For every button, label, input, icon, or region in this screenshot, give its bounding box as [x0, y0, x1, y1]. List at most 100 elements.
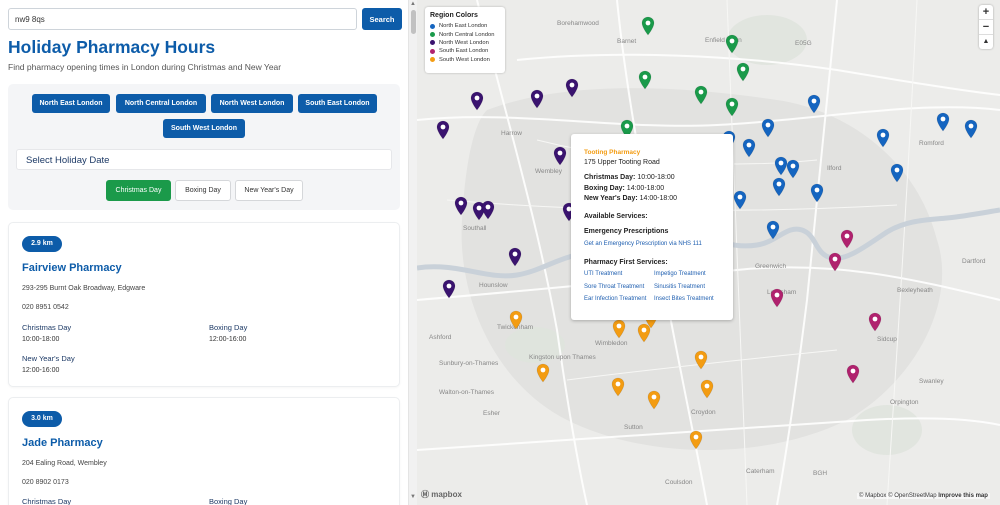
popup-hours-label: Boxing Day: — [584, 185, 625, 192]
pharmacy-marker-icon[interactable] — [828, 252, 842, 272]
date-button-boxing-day[interactable]: Boxing Day — [175, 180, 231, 201]
pharmacy-marker-icon[interactable] — [611, 377, 625, 397]
map-place-label: BGH — [813, 470, 828, 477]
map-place-label: Harrow — [501, 130, 522, 137]
pharmacy-marker-icon[interactable] — [694, 350, 708, 370]
compass-button[interactable]: ▲ — [979, 34, 993, 48]
pharmacy-marker-icon[interactable] — [641, 16, 655, 36]
service-link[interactable]: Impetigo Treatment — [654, 271, 706, 277]
pharmacy-marker-icon[interactable] — [700, 379, 714, 399]
pharmacy-marker-icon[interactable] — [647, 390, 661, 410]
legend-dot — [430, 32, 435, 38]
zoom-out-button[interactable]: − — [979, 19, 993, 33]
pharmacy-marker-icon[interactable] — [638, 70, 652, 90]
pharmacy-marker-icon[interactable] — [725, 34, 739, 54]
map-place-label: Romford — [919, 140, 944, 147]
pharmacy-marker-icon[interactable] — [565, 78, 579, 98]
legend-item: North West London — [430, 39, 500, 47]
scroll-up-icon[interactable]: ▲ — [410, 1, 416, 7]
legend-label: South West London — [439, 56, 490, 63]
pharmacy-marker-icon[interactable] — [553, 146, 567, 166]
pharmacy-marker-icon[interactable] — [470, 91, 484, 111]
popup-pharmacy-first-heading: Pharmacy First Services: — [584, 259, 668, 266]
map-place-label: Walton-on-Thames — [439, 389, 495, 396]
pharmacy-card[interactable]: 2.9 km Fairview Pharmacy 293-295 Burnt O… — [8, 222, 400, 387]
app-root: Search Holiday Pharmacy Hours Find pharm… — [0, 0, 1000, 505]
pharmacy-marker-icon[interactable] — [786, 159, 800, 179]
pharmacy-marker-icon[interactable] — [436, 120, 450, 140]
pharmacy-marker-icon[interactable] — [890, 163, 904, 183]
legend-title: Region Colors — [430, 12, 478, 19]
map-place-label: Greenwich — [755, 263, 787, 270]
map-place-label: Barnet — [617, 38, 637, 45]
service-link[interactable]: UTI Treatment — [584, 271, 622, 277]
popup-hours-value: 10:00-18:00 — [637, 174, 675, 181]
region-button-south-east[interactable]: South East London — [298, 94, 377, 113]
region-button-south-west[interactable]: South West London — [163, 119, 245, 138]
mapbox-attribution[interactable]: © Mapbox — [859, 493, 886, 499]
pharmacy-marker-icon[interactable] — [846, 364, 860, 384]
pharmacy-marker-icon[interactable] — [454, 196, 468, 216]
region-button-north-east[interactable]: North East London — [32, 94, 110, 113]
popup-address: 175 Upper Tooting Road — [584, 159, 660, 166]
pharmacy-marker-icon[interactable] — [530, 89, 544, 109]
map-canvas[interactable]: Borehamwood Barnet Enfield Town E05G Har… — [417, 0, 1000, 505]
map-place-label: Bexleyheath — [897, 287, 933, 294]
service-link[interactable]: Ear Infection Treatment — [584, 296, 646, 302]
pharmacy-marker-icon[interactable] — [766, 220, 780, 240]
postcode-search-input[interactable] — [8, 8, 357, 30]
pharmacy-marker-icon[interactable] — [508, 247, 522, 267]
region-button-north-west[interactable]: North West London — [211, 94, 293, 113]
pharmacy-marker-icon[interactable] — [481, 200, 495, 220]
pharmacy-marker-icon[interactable] — [612, 319, 626, 339]
map-place-label: Esher — [483, 410, 500, 417]
pharmacy-marker-icon[interactable] — [807, 94, 821, 114]
pharmacy-marker-icon[interactable] — [772, 177, 786, 197]
pharmacy-marker-icon[interactable] — [964, 119, 978, 139]
scroll-down-icon[interactable]: ▼ — [410, 494, 416, 500]
zoom-in-button[interactable]: + — [979, 5, 993, 19]
results-scrollbar[interactable]: ▲ ▼ — [408, 0, 417, 505]
pharmacy-marker-icon[interactable] — [742, 138, 756, 158]
popup-hours-value: 14:00-18:00 — [626, 185, 665, 192]
pharmacy-marker-icon[interactable] — [694, 85, 708, 105]
pharmacy-marker-icon[interactable] — [442, 279, 456, 299]
improve-map-link[interactable]: Improve this map — [938, 493, 988, 499]
pharmacy-marker-icon[interactable] — [725, 97, 739, 117]
pharmacy-marker-icon[interactable] — [868, 312, 882, 332]
emergency-prescription-link[interactable]: Get an Emergency Prescription via NHS 11… — [584, 241, 702, 247]
filter-panel: North East London North Central London N… — [8, 84, 400, 210]
pharmacy-marker-icon[interactable] — [876, 128, 890, 148]
scroll-thumb[interactable] — [411, 10, 416, 34]
distance-badge: 3.0 km — [22, 411, 62, 427]
pharmacy-marker-icon[interactable] — [840, 229, 854, 249]
pharmacy-marker-icon[interactable] — [509, 310, 523, 330]
legend-label: North West London — [439, 39, 489, 46]
pharmacy-marker-icon[interactable] — [733, 190, 747, 210]
service-link[interactable]: Sinusitis Treatment — [654, 284, 705, 290]
pharmacy-marker-icon[interactable] — [689, 430, 703, 450]
pharmacy-marker-icon[interactable] — [936, 112, 950, 132]
region-legend: Region Colors North East London North Ce… — [425, 7, 505, 73]
pharmacy-marker-icon[interactable] — [770, 288, 784, 308]
holiday-date-header: Select Holiday Date — [16, 149, 392, 170]
pharmacy-marker-icon[interactable] — [736, 62, 750, 82]
region-button-north-central[interactable]: North Central London — [116, 94, 206, 113]
pharmacy-marker-icon[interactable] — [536, 363, 550, 383]
map-place-label: Wembley — [535, 168, 562, 175]
popup-hours-label: New Year's Day: — [584, 195, 638, 202]
map-place-label: Caterham — [746, 468, 775, 475]
pharmacy-marker-icon[interactable] — [761, 118, 775, 138]
mapbox-logo-text: mapbox — [431, 490, 462, 499]
legend-dot — [430, 48, 435, 54]
pharmacy-marker-icon[interactable] — [810, 183, 824, 203]
popup-hours-row: Christmas Day: 10:00-18:00 — [584, 174, 675, 181]
pharmacy-card[interactable]: 3.0 km Jade Pharmacy 204 Ealing Road, We… — [8, 397, 400, 505]
map-place-label: Sunbury-on-Thames — [439, 360, 499, 367]
osm-attribution[interactable]: © OpenStreetMap — [888, 493, 936, 499]
date-button-new-years-day[interactable]: New Year's Day — [235, 180, 303, 201]
date-button-christmas-day[interactable]: Christmas Day — [106, 180, 171, 201]
search-button[interactable]: Search — [362, 8, 402, 30]
service-link[interactable]: Sore Throat Treatment — [584, 284, 644, 290]
service-link[interactable]: Insect Bites Treatment — [654, 296, 714, 302]
